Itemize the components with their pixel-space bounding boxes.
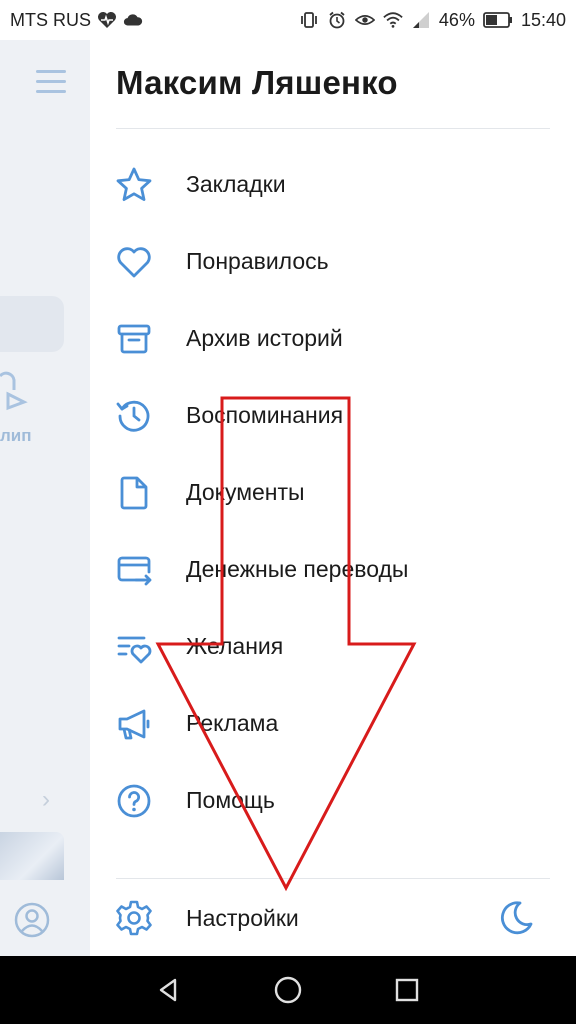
- menu-item-wishes[interactable]: Желания: [116, 608, 556, 685]
- clip-icon: [0, 371, 28, 411]
- eye-icon: [354, 15, 375, 25]
- signal-icon: [412, 12, 429, 28]
- menu-item-memories[interactable]: Воспоминания: [116, 377, 556, 454]
- menu-item-stories-archive[interactable]: Архив историй: [116, 300, 556, 377]
- menu-item-help[interactable]: Помощь: [116, 762, 556, 839]
- menu-item-money-transfers[interactable]: Денежные переводы: [116, 531, 556, 608]
- home-icon[interactable]: [270, 972, 306, 1008]
- alarm-icon: [329, 11, 345, 29]
- chevron-right-icon: ›: [42, 786, 50, 813]
- divider: [116, 878, 550, 879]
- gear-icon: [112, 896, 156, 940]
- menu-item-bookmarks[interactable]: Закладки: [116, 146, 556, 223]
- menu-item-documents[interactable]: Документы: [116, 454, 556, 531]
- background-thumbnail: [0, 832, 64, 880]
- archive-icon: [112, 317, 156, 361]
- card-transfer-icon: [112, 548, 156, 592]
- battery-percent: 46%: [438, 9, 475, 30]
- night-mode-moon-icon[interactable]: [496, 898, 536, 938]
- background-search-pill: [0, 296, 64, 352]
- back-icon[interactable]: [151, 972, 187, 1008]
- cloud-icon: [123, 14, 143, 26]
- help-icon: [112, 779, 156, 823]
- divider: [116, 128, 550, 129]
- menu-item-label: Реклама: [186, 710, 279, 736]
- menu-item-liked[interactable]: Понравилось: [116, 223, 556, 300]
- system-navigation-bar: [0, 956, 576, 1024]
- menu-item-advertising[interactable]: Реклама: [116, 685, 556, 762]
- menu-item-label: Понравилось: [186, 248, 329, 274]
- megaphone-icon: [112, 702, 156, 746]
- menu-item-label: Документы: [186, 479, 305, 505]
- recents-icon[interactable]: [389, 972, 425, 1008]
- wifi-icon: [383, 12, 403, 28]
- profile-avatar-icon[interactable]: [14, 902, 50, 938]
- status-bar: MTS RUS 46% 15:40: [0, 0, 576, 40]
- menu-item-label: Архив историй: [186, 325, 343, 351]
- menu-item-label: Закладки: [186, 171, 286, 197]
- background-app: лип ›: [0, 40, 90, 956]
- drawer-menu: Закладки Понравилось Архив историй Воспо…: [116, 146, 556, 839]
- navigation-drawer: Максим Ляшенко Закладки Понравилось Архи…: [90, 40, 576, 956]
- vibrate-icon: [301, 12, 317, 28]
- battery-icon: [483, 12, 512, 28]
- user-name[interactable]: Максим Ляшенко: [116, 64, 398, 102]
- heart-icon: [112, 240, 156, 284]
- menu-item-label: Денежные переводы: [186, 556, 409, 582]
- clock: 15:40: [520, 9, 566, 30]
- carrier-label: MTS RUS: [10, 9, 91, 30]
- menu-item-label: Желания: [186, 633, 284, 659]
- settings-label: Настройки: [186, 904, 299, 931]
- menu-hamburger-icon[interactable]: [36, 70, 66, 94]
- history-icon: [112, 394, 156, 438]
- menu-item-settings[interactable]: Настройки: [116, 888, 556, 948]
- menu-item-label: Помощь: [186, 787, 275, 813]
- document-icon: [112, 471, 156, 515]
- health-heart-icon: [98, 12, 116, 28]
- clip-label: лип: [0, 426, 32, 445]
- star-icon: [112, 163, 156, 207]
- wishlist-icon: [112, 625, 156, 669]
- menu-item-label: Воспоминания: [186, 402, 344, 428]
